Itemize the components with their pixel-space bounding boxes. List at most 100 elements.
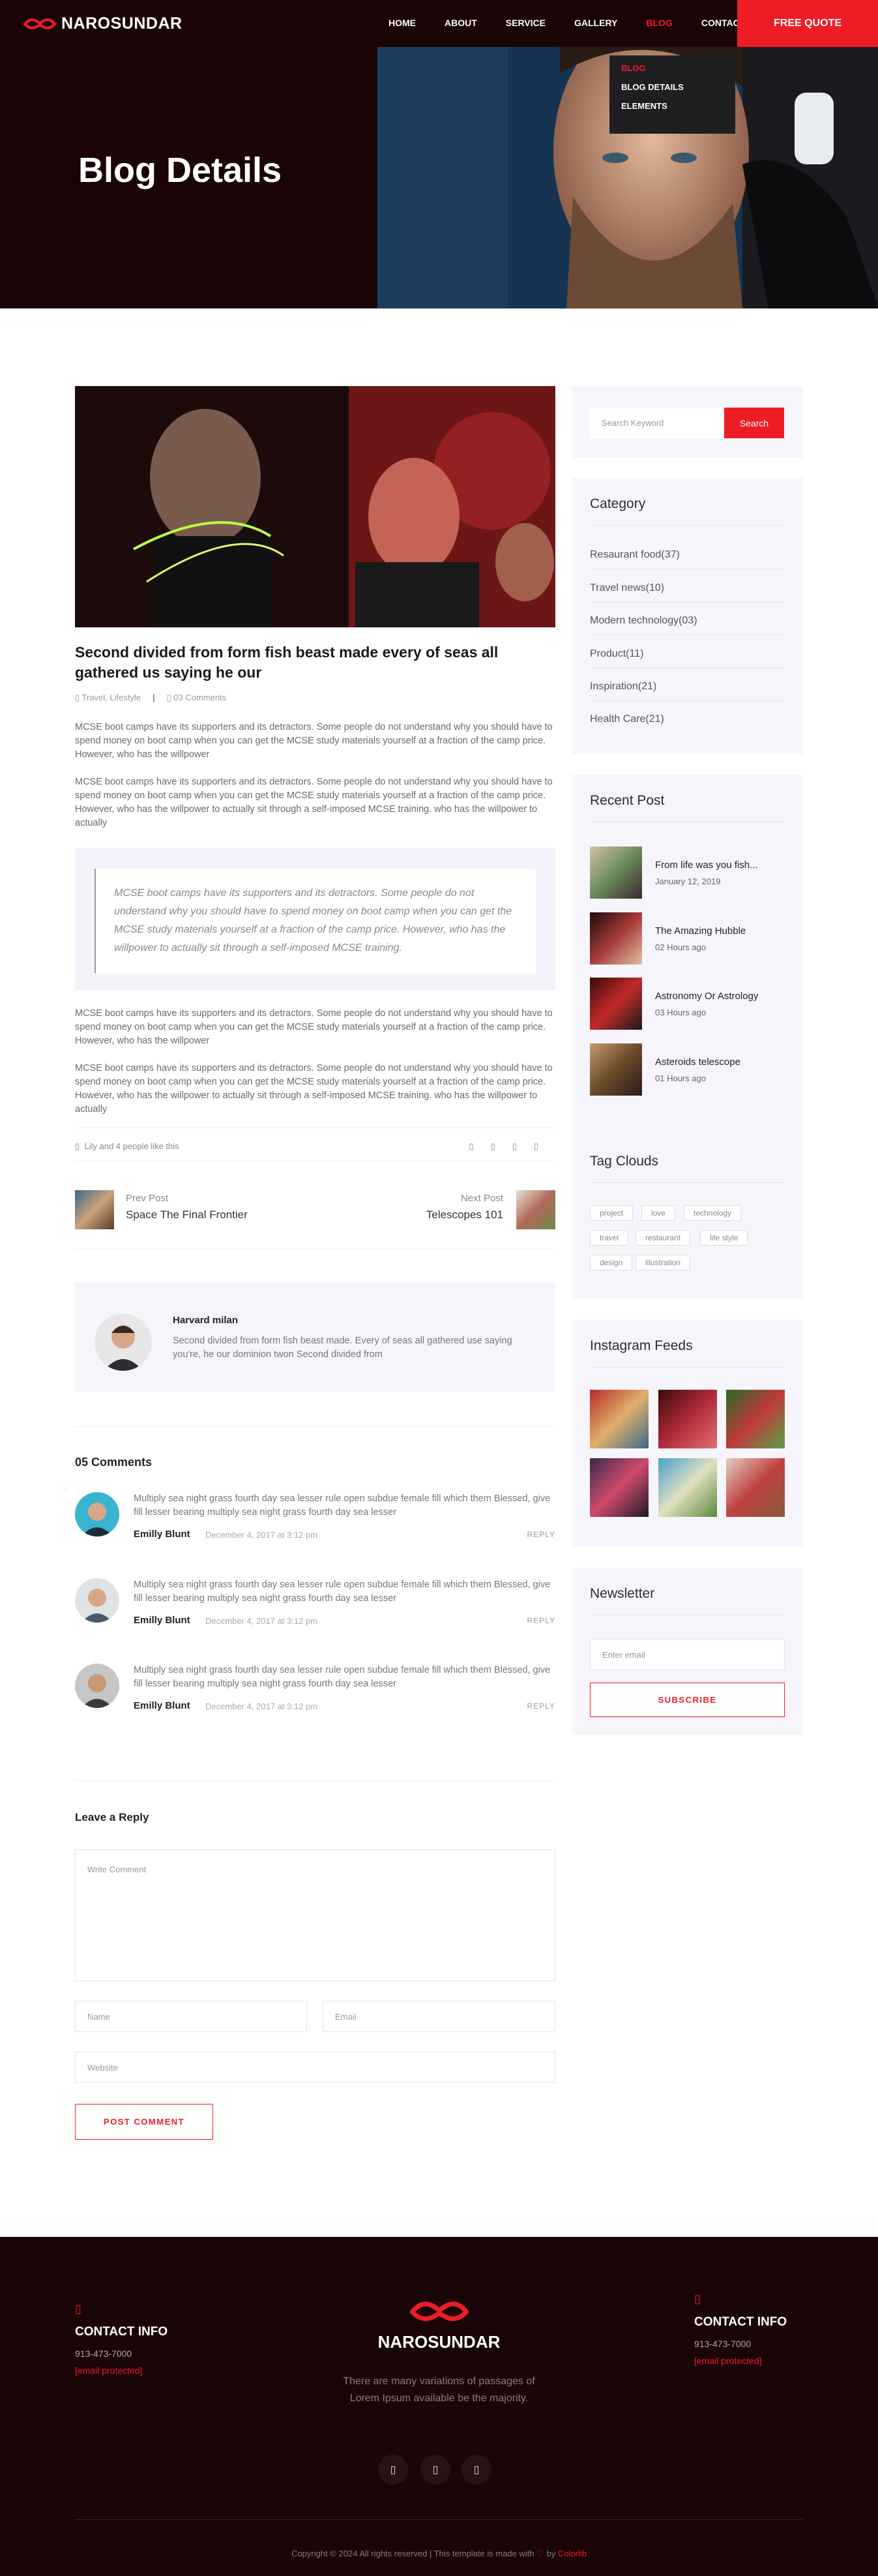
comment-date: December 4, 2017 at 3:12 pm: [205, 1616, 317, 1626]
category-item[interactable]: Health Care(21): [590, 713, 785, 733]
page-title: Blog Details: [78, 151, 282, 190]
dropdown-item-elements[interactable]: ELEMENTS: [621, 101, 724, 111]
recent-post-item[interactable]: From life was you fish... January 12, 20…: [590, 846, 785, 900]
newsletter-widget: Newsletter Enter email SUBSCRIBE: [572, 1568, 803, 1735]
instagram-photo[interactable]: [726, 1458, 785, 1517]
comment-item: Multiply sea night grass fourth day sea …: [75, 1578, 555, 1650]
reply-button[interactable]: REPLY: [527, 1530, 555, 1539]
colorlib-link[interactable]: Colorlib: [558, 2549, 587, 2558]
comment-date: December 4, 2017 at 3:12 pm: [205, 1701, 317, 1711]
author-name[interactable]: Harvard milan: [173, 1315, 238, 1326]
tag-item[interactable]: life style: [700, 1230, 748, 1246]
comment-text: Multiply sea night grass fourth day sea …: [134, 1580, 551, 1604]
prev-post-title[interactable]: Space The Final Frontier: [126, 1208, 248, 1221]
tag-item[interactable]: technology: [684, 1205, 742, 1221]
post-category[interactable]: ▯ Travel, Lifestyle: [75, 693, 141, 703]
location-icon: ▯: [694, 2292, 701, 2305]
search-input[interactable]: Search Keyword: [590, 408, 722, 438]
comment-textarea[interactable]: Write Comment: [75, 1850, 555, 1981]
blockquote-text: MCSE boot camps have its supporters and …: [95, 869, 536, 973]
name-input[interactable]: Name: [75, 2001, 307, 2032]
author-avatar: [95, 1313, 152, 1371]
recent-post-thumb: [590, 978, 642, 1030]
footer-brand: NAROSUNDAR There are many variations of …: [339, 2299, 539, 2407]
tag-item[interactable]: project: [590, 1205, 634, 1221]
nav-home[interactable]: HOME: [374, 18, 430, 28]
twitter-icon[interactable]: ▯: [491, 1141, 512, 1151]
dropdown-item-blog[interactable]: BLOG: [621, 63, 724, 73]
comment-date: December 4, 2017 at 3:12 pm: [205, 1530, 317, 1540]
next-post-thumb[interactable]: [516, 1190, 555, 1229]
instagram-photo[interactable]: [658, 1390, 717, 1448]
recent-post-item[interactable]: Astronomy Or Astrology 03 Hours ago: [590, 978, 785, 1031]
footer-logo-text[interactable]: NAROSUNDAR: [339, 2332, 539, 2352]
category-item[interactable]: Product(11): [590, 648, 785, 668]
blockquote: MCSE boot camps have its supporters and …: [75, 848, 555, 990]
facebook-icon[interactable]: ▯: [378, 2455, 408, 2485]
behance-icon[interactable]: ▯: [534, 1141, 555, 1151]
site-logo[interactable]: NAROSUNDAR: [23, 14, 183, 33]
comment-author[interactable]: Emilly Blunt: [134, 1529, 190, 1540]
tag-item[interactable]: restaurant: [636, 1230, 691, 1246]
recent-post-date: 02 Hours ago: [655, 942, 707, 952]
tag-item[interactable]: illustration: [636, 1255, 691, 1270]
heart-icon[interactable]: ▯: [75, 1141, 82, 1151]
category-item[interactable]: Inspiration(21): [590, 681, 785, 701]
facebook-icon[interactable]: ▯: [469, 1141, 490, 1151]
instagram-icon[interactable]: ▯: [461, 2455, 491, 2485]
footer-email[interactable]: [email protected]: [694, 2356, 787, 2366]
comments-heading: 05 Comments: [75, 1456, 153, 1469]
instagram-photo[interactable]: [658, 1458, 717, 1517]
recent-post-item[interactable]: Asteroids telescope 01 Hours ago: [590, 1043, 785, 1097]
divider: [75, 1780, 555, 1781]
reply-button[interactable]: REPLY: [527, 1701, 555, 1711]
prev-post-thumb[interactable]: [75, 1190, 114, 1229]
subscribe-button[interactable]: SUBSCRIBE: [590, 1683, 785, 1717]
category-widget: Category Resaurant food(37) Travel news(…: [572, 478, 803, 754]
search-button[interactable]: Search: [724, 408, 784, 438]
nav-about[interactable]: ABOUT: [430, 18, 491, 28]
post-comment-button[interactable]: POST COMMENT: [75, 2104, 213, 2140]
tag-item[interactable]: love: [641, 1205, 676, 1221]
tag-item[interactable]: travel: [590, 1230, 629, 1246]
free-quote-button[interactable]: FREE QUOTE: [737, 0, 878, 47]
recent-post-heading: From life was you fish...: [655, 860, 758, 871]
tag-cloud-widget: Tag Clouds project love technology trave…: [572, 1135, 803, 1298]
recent-post-heading: Astronomy Or Astrology: [655, 991, 759, 1002]
category-item[interactable]: Travel news(10): [590, 582, 785, 603]
recent-post-item[interactable]: The Amazing Hubble 02 Hours ago: [590, 912, 785, 966]
dropdown-item-blog-details[interactable]: BLOG DETAILS: [621, 82, 724, 92]
copyright: Copyright © 2024 All rights reserved | T…: [0, 2549, 878, 2559]
dribbble-icon[interactable]: ▯: [512, 1141, 534, 1151]
twitter-icon[interactable]: ▯: [420, 2455, 450, 2485]
author-bio: Second divided from form fish beast made…: [173, 1336, 512, 1360]
email-input[interactable]: Email: [323, 2001, 555, 2032]
category-item[interactable]: Resaurant food(37): [590, 549, 785, 569]
blog-dropdown-menu: BLOG BLOG DETAILS ELEMENTS: [609, 55, 735, 134]
comment-avatar: [75, 1492, 119, 1536]
footer-email[interactable]: [email protected]: [75, 2365, 168, 2376]
instagram-photo[interactable]: [590, 1390, 649, 1448]
nav-service[interactable]: SERVICE: [491, 18, 560, 28]
tag-item[interactable]: design: [590, 1255, 633, 1270]
search-widget: Search Keyword Search: [572, 386, 803, 458]
comment-author[interactable]: Emilly Blunt: [134, 1615, 190, 1626]
newsletter-email-input[interactable]: Enter email: [590, 1639, 785, 1670]
divider: [75, 1426, 555, 1427]
likes-text: Lily and 4 people like this: [84, 1141, 179, 1151]
post-featured-image: [75, 386, 555, 627]
instagram-photo[interactable]: [590, 1458, 649, 1517]
website-input[interactable]: Website: [75, 2052, 555, 2083]
post-comments-link[interactable]: ▯ 03 Comments: [166, 693, 226, 703]
nav-blog[interactable]: BLOG: [632, 18, 686, 28]
comment-author[interactable]: Emilly Blunt: [134, 1700, 190, 1711]
comment-item: Multiply sea night grass fourth day sea …: [75, 1664, 555, 1735]
reply-button[interactable]: REPLY: [527, 1616, 555, 1625]
nav-gallery[interactable]: GALLERY: [560, 18, 632, 28]
next-post-title[interactable]: Telescopes 101: [426, 1208, 503, 1221]
instagram-photo[interactable]: [726, 1390, 785, 1448]
category-item[interactable]: Modern technology(03): [590, 615, 785, 635]
footer-divider: [75, 2519, 803, 2520]
post-comments-text: 03 Comments: [173, 693, 227, 702]
comment-text: Multiply sea night grass fourth day sea …: [134, 1665, 551, 1689]
